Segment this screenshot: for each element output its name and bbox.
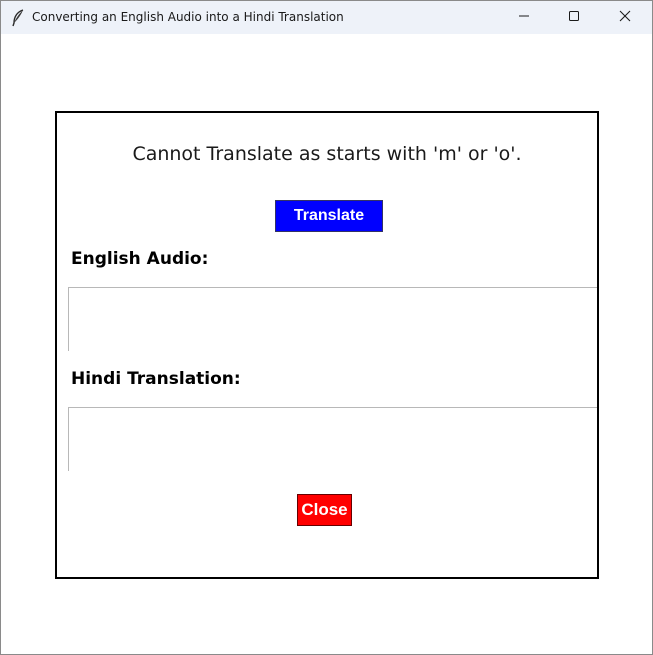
status-message: Cannot Translate as starts with 'm' or '… xyxy=(132,143,522,165)
minimize-button[interactable] xyxy=(501,1,547,34)
title-bar[interactable]: Converting an English Audio into a Hindi… xyxy=(1,1,652,34)
client-area: Cannot Translate as starts with 'm' or '… xyxy=(1,34,652,654)
maximize-icon xyxy=(568,9,580,27)
english-audio-label: English Audio: xyxy=(71,249,209,269)
close-button[interactable]: Close xyxy=(297,494,352,526)
main-frame: Cannot Translate as starts with 'm' or '… xyxy=(55,111,599,579)
minimize-icon xyxy=(518,9,530,27)
hindi-translation-label: Hindi Translation: xyxy=(71,369,241,389)
app-window: Converting an English Audio into a Hindi… xyxy=(0,0,653,655)
close-icon xyxy=(619,9,631,27)
window-title: Converting an English Audio into a Hindi… xyxy=(32,10,344,24)
feather-icon xyxy=(11,9,25,27)
hindi-translation-textbox[interactable] xyxy=(68,407,597,471)
close-window-button[interactable] xyxy=(602,1,648,34)
english-audio-textbox[interactable] xyxy=(68,287,597,351)
maximize-button[interactable] xyxy=(551,1,597,34)
translate-button[interactable]: Translate xyxy=(275,200,383,232)
